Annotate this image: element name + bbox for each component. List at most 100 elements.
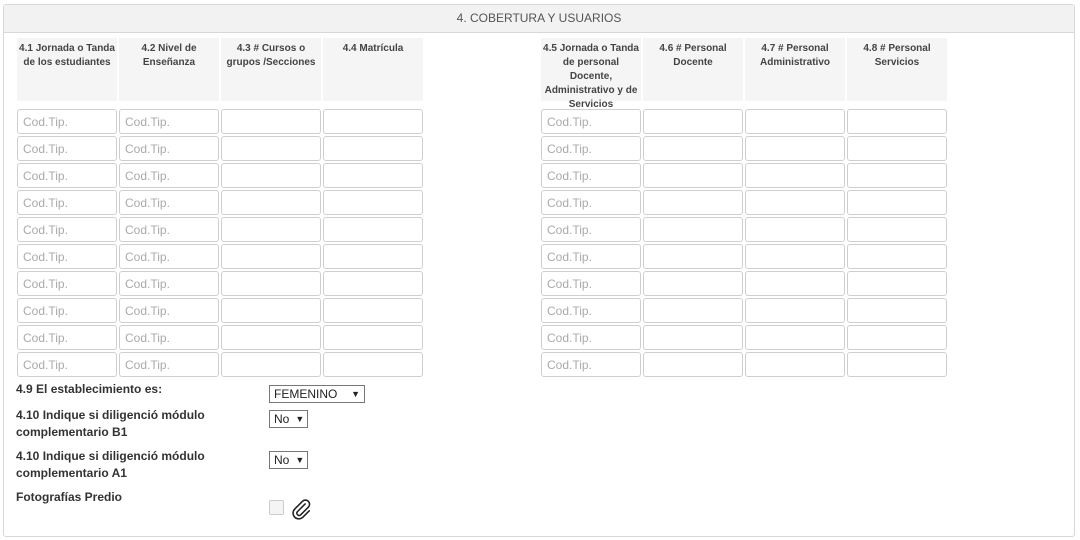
fotografias-checkbox[interactable] bbox=[269, 500, 284, 515]
nivel-ensenanza-input[interactable] bbox=[119, 298, 219, 323]
modulo-b1-select[interactable]: No ▼ bbox=[269, 410, 308, 428]
personal-servicios-input[interactable] bbox=[847, 298, 947, 323]
matricula-input[interactable] bbox=[323, 244, 423, 269]
matricula-input[interactable] bbox=[323, 136, 423, 161]
jornada-personal-input[interactable] bbox=[541, 271, 641, 296]
jornada-estudiantes-input[interactable] bbox=[17, 298, 117, 323]
matricula-input[interactable] bbox=[323, 271, 423, 296]
cursos-grupos-input[interactable] bbox=[221, 298, 321, 323]
jornada-personal-input[interactable] bbox=[541, 244, 641, 269]
jornada-personal-input[interactable] bbox=[541, 217, 641, 242]
personal-docente-input[interactable] bbox=[643, 298, 743, 323]
jornada-estudiantes-input[interactable] bbox=[17, 136, 117, 161]
personal-docente-input[interactable] bbox=[643, 325, 743, 350]
triangle-down-icon: ▼ bbox=[351, 389, 360, 399]
personal-servicios-input[interactable] bbox=[847, 244, 947, 269]
fotografias-label: Fotografías Predio bbox=[16, 490, 123, 504]
establecimiento-value: FEMENINO bbox=[274, 387, 338, 401]
jornada-personal-input[interactable] bbox=[541, 163, 641, 188]
nivel-ensenanza-input[interactable] bbox=[119, 109, 219, 134]
jornada-personal-input[interactable] bbox=[541, 325, 641, 350]
matricula-input[interactable] bbox=[323, 217, 423, 242]
nivel-ensenanza-input[interactable] bbox=[119, 217, 219, 242]
cursos-grupos-input[interactable] bbox=[221, 217, 321, 242]
cursos-grupos-input[interactable] bbox=[221, 244, 321, 269]
header-jornada-estudiantes: 4.1 Jornada o Tanda de los estudiantes bbox=[17, 38, 117, 101]
cursos-grupos-input[interactable] bbox=[221, 163, 321, 188]
jornada-estudiantes-input[interactable] bbox=[17, 109, 117, 134]
matricula-input[interactable] bbox=[323, 352, 423, 377]
triangle-down-icon: ▼ bbox=[295, 455, 305, 465]
jornada-personal-input[interactable] bbox=[541, 109, 641, 134]
personal-administrativo-input[interactable] bbox=[745, 190, 845, 215]
cursos-grupos-input[interactable] bbox=[221, 325, 321, 350]
jornada-estudiantes-input[interactable] bbox=[17, 190, 117, 215]
personal-administrativo-input[interactable] bbox=[745, 163, 845, 188]
matricula-input[interactable] bbox=[323, 298, 423, 323]
personal-docente-input[interactable] bbox=[643, 244, 743, 269]
personal-servicios-input[interactable] bbox=[847, 217, 947, 242]
nivel-ensenanza-input[interactable] bbox=[119, 190, 219, 215]
header-cursos-grupos: 4.3 # Cursos o grupos /Secciones bbox=[221, 38, 321, 101]
cursos-grupos-input[interactable] bbox=[221, 136, 321, 161]
cursos-grupos-input[interactable] bbox=[221, 271, 321, 296]
nivel-ensenanza-input[interactable] bbox=[119, 325, 219, 350]
personal-docente-input[interactable] bbox=[643, 352, 743, 377]
jornada-personal-input[interactable] bbox=[541, 298, 641, 323]
personal-administrativo-input[interactable] bbox=[745, 298, 845, 323]
personal-servicios-input[interactable] bbox=[847, 352, 947, 377]
personal-administrativo-input[interactable] bbox=[745, 325, 845, 350]
personal-servicios-input[interactable] bbox=[847, 163, 947, 188]
jornada-estudiantes-input[interactable] bbox=[17, 217, 117, 242]
matricula-input[interactable] bbox=[323, 109, 423, 134]
modulo-a1-label: 4.10 Indique si diligenció módulo comple… bbox=[16, 449, 205, 480]
personal-servicios-input[interactable] bbox=[847, 325, 947, 350]
modulo-b1-value: No bbox=[274, 412, 290, 426]
jornada-personal-input[interactable] bbox=[541, 136, 641, 161]
matricula-input[interactable] bbox=[323, 163, 423, 188]
cursos-grupos-input[interactable] bbox=[221, 352, 321, 377]
jornada-estudiantes-input[interactable] bbox=[17, 271, 117, 296]
personal-administrativo-input[interactable] bbox=[745, 352, 845, 377]
nivel-ensenanza-input[interactable] bbox=[119, 163, 219, 188]
personal-docente-input[interactable] bbox=[643, 190, 743, 215]
establecimiento-select[interactable]: FEMENINO ▼ bbox=[269, 385, 365, 403]
jornada-estudiantes-input[interactable] bbox=[17, 244, 117, 269]
personal-docente-input[interactable] bbox=[643, 217, 743, 242]
paperclip-icon[interactable] bbox=[290, 497, 312, 521]
jornada-estudiantes-input[interactable] bbox=[17, 352, 117, 377]
jornada-estudiantes-input[interactable] bbox=[17, 325, 117, 350]
establecimiento-label: 4.9 El establecimiento es: bbox=[16, 382, 163, 396]
personal-docente-input[interactable] bbox=[643, 109, 743, 134]
personal-administrativo-input[interactable] bbox=[745, 109, 845, 134]
modulo-a1-select[interactable]: No ▼ bbox=[269, 451, 308, 469]
jornada-personal-input[interactable] bbox=[541, 190, 641, 215]
personal-docente-input[interactable] bbox=[643, 271, 743, 296]
cursos-grupos-input[interactable] bbox=[221, 190, 321, 215]
header-matricula: 4.4 Matrícula bbox=[323, 38, 423, 101]
personal-servicios-input[interactable] bbox=[847, 271, 947, 296]
nivel-ensenanza-input[interactable] bbox=[119, 136, 219, 161]
modulo-b1-label: 4.10 Indique si diligenció módulo comple… bbox=[16, 408, 205, 439]
matricula-input[interactable] bbox=[323, 325, 423, 350]
matricula-input[interactable] bbox=[323, 190, 423, 215]
personal-servicios-input[interactable] bbox=[847, 190, 947, 215]
personal-administrativo-input[interactable] bbox=[745, 244, 845, 269]
cursos-grupos-input[interactable] bbox=[221, 109, 321, 134]
nivel-ensenanza-input[interactable] bbox=[119, 271, 219, 296]
nivel-ensenanza-input[interactable] bbox=[119, 352, 219, 377]
jornada-personal-input[interactable] bbox=[541, 352, 641, 377]
header-nivel-ensenanza: 4.2 Nivel de Enseñanza bbox=[119, 38, 219, 101]
personal-administrativo-input[interactable] bbox=[745, 217, 845, 242]
header-personal-servicios: 4.8 # Personal Servicios bbox=[847, 38, 947, 101]
jornada-estudiantes-input[interactable] bbox=[17, 163, 117, 188]
triangle-down-icon: ▼ bbox=[295, 414, 305, 424]
personal-administrativo-input[interactable] bbox=[745, 136, 845, 161]
header-jornada-personal: 4.5 Jornada o Tanda de personal Docente,… bbox=[541, 38, 641, 110]
personal-docente-input[interactable] bbox=[643, 136, 743, 161]
personal-docente-input[interactable] bbox=[643, 163, 743, 188]
personal-servicios-input[interactable] bbox=[847, 109, 947, 134]
nivel-ensenanza-input[interactable] bbox=[119, 244, 219, 269]
personal-servicios-input[interactable] bbox=[847, 136, 947, 161]
personal-administrativo-input[interactable] bbox=[745, 271, 845, 296]
